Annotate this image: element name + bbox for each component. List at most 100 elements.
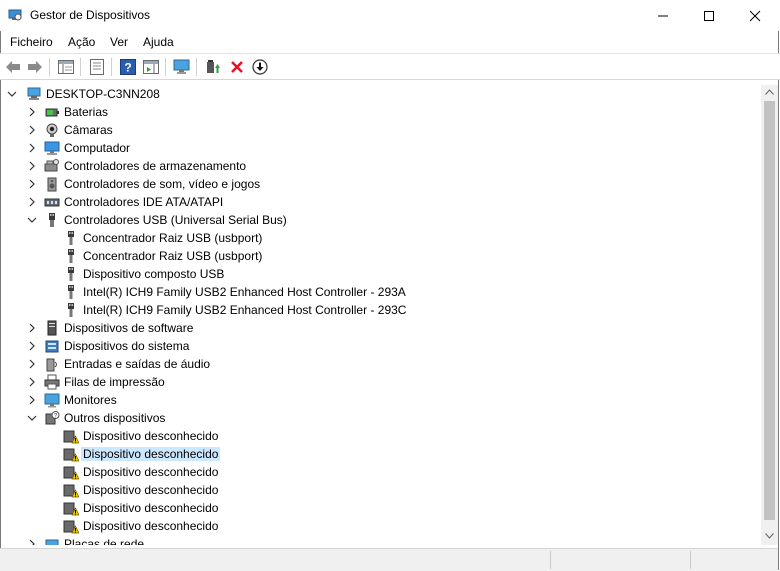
tree-device[interactable]: Dispositivo composto USB xyxy=(1,265,761,283)
tree-category[interactable]: Placas de rede xyxy=(1,535,761,545)
speaker-icon xyxy=(47,177,57,192)
chevron-right-icon xyxy=(29,395,35,405)
device-label: Dispositivo desconhecido xyxy=(83,519,219,533)
help-button[interactable]: ? xyxy=(119,58,137,76)
tree-device[interactable]: Dispositivo desconhecido xyxy=(1,499,761,517)
monitor-icon xyxy=(44,393,60,408)
warning-device-icon xyxy=(63,464,80,480)
category-label: Entradas e saídas de áudio xyxy=(64,357,211,371)
tree-device[interactable]: Dispositivo desconhecido xyxy=(1,481,761,499)
chevron-right-icon xyxy=(29,323,35,333)
tree-category[interactable]: Controladores USB (Universal Serial Bus) xyxy=(1,211,761,229)
forward-button[interactable] xyxy=(26,58,44,76)
minimize-icon xyxy=(658,15,668,16)
properties-button[interactable] xyxy=(88,58,106,76)
collapse-arrow[interactable] xyxy=(27,409,37,427)
close-button[interactable] xyxy=(732,0,778,31)
camera-icon xyxy=(44,122,60,138)
expand-arrow[interactable] xyxy=(27,103,37,121)
category-label: Computador xyxy=(64,141,131,155)
tree-device[interactable]: Intel(R) ICH9 Family USB2 Enhanced Host … xyxy=(1,283,761,301)
expand-arrow[interactable] xyxy=(27,175,37,193)
expand-arrow[interactable] xyxy=(27,121,37,139)
expand-arrow[interactable] xyxy=(27,535,37,545)
tree-category[interactable]: Controladores de som, vídeo e jogos xyxy=(1,175,761,193)
tree-device[interactable]: Intel(R) ICH9 Family USB2 Enhanced Host … xyxy=(1,301,761,319)
scroll-up-arrow-icon[interactable] xyxy=(765,89,774,95)
show-hide-action-pane-button[interactable] xyxy=(142,58,160,76)
tree-category[interactable]: ? Outros dispositivos xyxy=(1,409,761,427)
update-driver-button[interactable] xyxy=(204,58,222,76)
scrollbar-thumb[interactable] xyxy=(764,101,775,520)
ide-controller-icon xyxy=(44,194,60,210)
category-label: Dispositivos do sistema xyxy=(64,339,190,353)
tree-device[interactable]: Dispositivo desconhecido xyxy=(1,445,761,463)
chevron-right-icon xyxy=(29,143,35,153)
battery-icon xyxy=(45,108,59,117)
computer-root-icon xyxy=(27,87,41,100)
scroll-down-arrow-icon[interactable] xyxy=(765,533,774,539)
collapse-arrow[interactable] xyxy=(27,211,37,229)
maximize-button[interactable] xyxy=(686,0,732,31)
tree-category[interactable]: Câmaras xyxy=(1,121,761,139)
network-adapter-icon xyxy=(44,536,60,545)
tree-category[interactable]: Controladores IDE ATA/ATAPI xyxy=(1,193,761,211)
menu-ajuda[interactable]: Ajuda xyxy=(143,35,174,49)
show-hide-console-tree-button[interactable] xyxy=(57,58,75,76)
menu-ver[interactable]: Ver xyxy=(110,35,128,49)
usb-device-icon xyxy=(63,230,79,246)
software-device-icon xyxy=(47,320,57,336)
tree-category[interactable]: Controladores de armazenamento xyxy=(1,157,761,175)
warning-device-icon xyxy=(63,518,80,534)
properties-page-icon xyxy=(90,59,104,75)
tree-device[interactable]: Dispositivo desconhecido xyxy=(1,517,761,535)
usb-device-icon xyxy=(68,231,74,245)
expand-arrow[interactable] xyxy=(27,373,37,391)
category-label: Outros dispositivos xyxy=(64,411,166,425)
tree-root-label: DESKTOP-C3NN208 xyxy=(46,87,160,101)
chevron-right-icon xyxy=(29,197,35,207)
expand-arrow[interactable] xyxy=(27,319,37,337)
expand-arrow[interactable] xyxy=(27,337,37,355)
warning-device-icon xyxy=(63,428,80,444)
collapse-arrow[interactable] xyxy=(7,85,17,103)
menu-acao[interactable]: Ação xyxy=(68,35,95,49)
expand-arrow[interactable] xyxy=(27,391,37,409)
back-button[interactable] xyxy=(4,58,22,76)
device-tree: DESKTOP-C3NN208 Baterias Câmaras Computador… xyxy=(1,85,761,545)
tree-device[interactable]: Dispositivo desconhecido xyxy=(1,427,761,445)
uninstall-device-button[interactable] xyxy=(228,58,246,76)
category-label: Monitores xyxy=(64,393,117,407)
chevron-right-icon xyxy=(29,359,35,369)
disable-device-button[interactable] xyxy=(251,58,269,76)
tree-category[interactable]: Entradas e saídas de áudio xyxy=(1,355,761,373)
tree-category[interactable]: Monitores xyxy=(1,391,761,409)
tree-category[interactable]: Computador xyxy=(1,139,761,157)
camera-icon xyxy=(46,123,58,137)
toolbar: ? xyxy=(0,53,780,80)
computer-root-icon xyxy=(26,86,42,102)
expand-arrow[interactable] xyxy=(27,139,37,157)
tree-category[interactable]: Filas de impressão xyxy=(1,373,761,391)
expand-arrow[interactable] xyxy=(27,157,37,175)
tree-device[interactable]: Concentrador Raiz USB (usbport) xyxy=(1,247,761,265)
scan-hardware-changes-button[interactable] xyxy=(173,58,191,76)
chevron-right-icon xyxy=(29,539,35,545)
chevron-right-icon xyxy=(29,179,35,189)
tree-device[interactable]: Dispositivo desconhecido xyxy=(1,463,761,481)
uninstall-x-icon xyxy=(231,61,243,73)
category-label: Controladores de armazenamento xyxy=(64,159,247,173)
tree-category[interactable]: Dispositivos de software xyxy=(1,319,761,337)
status-separator xyxy=(690,551,691,569)
minimize-button[interactable] xyxy=(640,0,686,31)
ide-controller-icon xyxy=(44,198,60,207)
expand-arrow[interactable] xyxy=(27,355,37,373)
device-label: Dispositivo desconhecido xyxy=(83,501,219,515)
menu-ficheiro[interactable]: Ficheiro xyxy=(10,35,53,49)
tree-device[interactable]: Concentrador Raiz USB (usbport) xyxy=(1,229,761,247)
vertical-scrollbar[interactable] xyxy=(761,85,778,545)
tree-category[interactable]: Baterias xyxy=(1,103,761,121)
tree-root[interactable]: DESKTOP-C3NN208 xyxy=(1,85,761,103)
tree-category[interactable]: Dispositivos do sistema xyxy=(1,337,761,355)
expand-arrow[interactable] xyxy=(27,193,37,211)
